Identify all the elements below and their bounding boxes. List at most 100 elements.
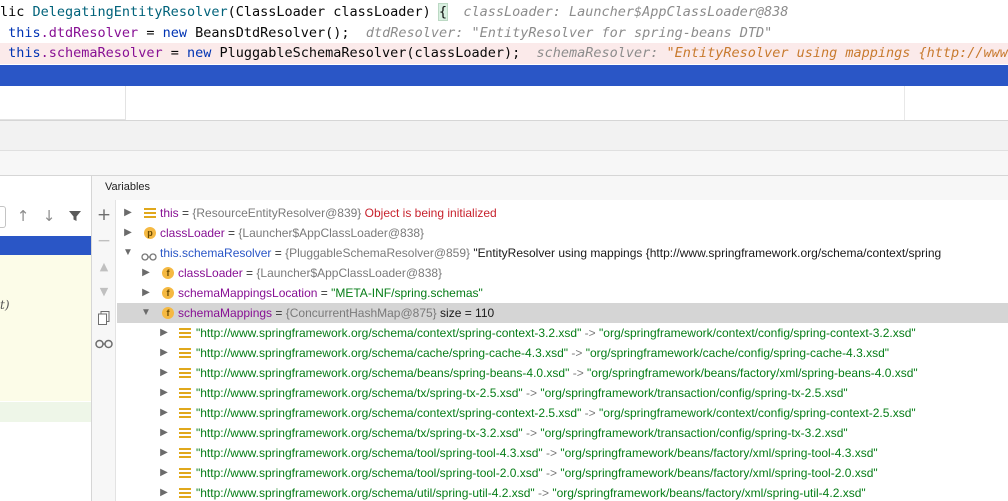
- map-entry-icon: [179, 348, 191, 358]
- expand-arrow-icon[interactable]: ▶: [158, 383, 170, 403]
- equals-sign: =: [272, 306, 286, 320]
- tree-row-this[interactable]: ▶ this = {ResourceEntityResolver@839} Ob…: [117, 203, 1008, 223]
- variables-title: Variables: [105, 181, 151, 193]
- inline-value-hint: "EntityResolver using mappings {http://w…: [666, 45, 1008, 61]
- equals-sign: =: [178, 206, 193, 220]
- map-value: "org/springframework/context/config/spri…: [599, 406, 916, 420]
- expand-arrow-icon[interactable]: ▶: [140, 263, 152, 283]
- tree-row-classloader-param[interactable]: ▶ p classLoader = {Launcher$AppClassLoad…: [117, 223, 1008, 243]
- watches-glasses-icon[interactable]: [92, 334, 116, 354]
- keyword-this: this: [8, 25, 41, 41]
- move-down-icon[interactable]: ▼: [92, 282, 116, 302]
- code-token: PluggableSchemaResolver(classLoader);: [211, 45, 521, 61]
- inline-value-hint-label: dtdResolver:: [365, 25, 472, 41]
- map-arrow: ->: [569, 366, 588, 380]
- map-entry-row[interactable]: ▶ "http://www.springframework.org/schema…: [117, 343, 1008, 363]
- tree-row-classloader-field[interactable]: ▶ f classLoader = {Launcher$AppClassLoad…: [117, 263, 1008, 283]
- map-key: "http://www.springframework.org/schema/c…: [196, 346, 569, 360]
- map-entry-row[interactable]: ▶ "http://www.springframework.org/schema…: [117, 403, 1008, 423]
- code-line-dtd-resolver[interactable]: this.dtdResolver = new BeansDtdResolver(…: [0, 23, 1008, 44]
- frame-list-library-frames[interactable]: [0, 255, 91, 401]
- list-icon: [144, 208, 156, 218]
- tree-row-schema-mappings[interactable]: ▼ f schemaMappings = {ConcurrentHashMap@…: [117, 303, 1008, 323]
- object-reference: {Launcher$AppClassLoader@838}: [256, 266, 443, 280]
- expand-arrow-icon[interactable]: ▶: [158, 463, 170, 483]
- map-entry-row[interactable]: ▶ "http://www.springframework.org/schema…: [117, 323, 1008, 343]
- inline-value-hint: "EntityResolver for spring-beans DTD": [471, 25, 773, 41]
- expand-arrow-icon[interactable]: ▶: [122, 223, 134, 243]
- map-arrow: ->: [568, 346, 586, 360]
- field-reference: .dtdResolver: [40, 25, 139, 41]
- map-value: "org/springframework/transaction/config/…: [540, 426, 848, 440]
- map-key: "http://www.springframework.org/schema/t…: [196, 386, 523, 400]
- map-entry-icon: [179, 488, 191, 498]
- expand-arrow-icon[interactable]: ▶: [158, 423, 170, 443]
- map-entry-row[interactable]: ▶ "http://www.springframework.org/schema…: [117, 363, 1008, 383]
- map-key: "http://www.springframework.org/schema/c…: [196, 406, 582, 420]
- down-arrow-icon[interactable]: ↓: [40, 207, 58, 225]
- variable-name: this: [160, 206, 179, 220]
- copy-icon[interactable]: [92, 308, 116, 328]
- thread-selector-dropdown[interactable]: [0, 206, 6, 228]
- add-icon[interactable]: +: [92, 205, 116, 225]
- map-entry-icon: [179, 408, 191, 418]
- expand-arrow-icon[interactable]: ▶: [158, 323, 170, 343]
- map-value: "org/springframework/beans/factory/xml/s…: [560, 466, 878, 480]
- map-entry-row[interactable]: ▶ "http://www.springframework.org/schema…: [117, 463, 1008, 483]
- code-editor[interactable]: lic DelegatingEntityResolver(ClassLoader…: [0, 0, 1008, 120]
- map-entry-row[interactable]: ▶ "http://www.springframework.org/schema…: [117, 483, 1008, 501]
- expand-arrow-icon[interactable]: ▶: [158, 483, 170, 501]
- field-icon: f: [162, 287, 174, 299]
- current-execution-line[interactable]: [0, 65, 1008, 86]
- expand-arrow-icon[interactable]: ▶: [122, 203, 134, 223]
- map-value: "org/springframework/context/config/spri…: [599, 326, 916, 340]
- map-entry-row[interactable]: ▶ "http://www.springframework.org/schema…: [117, 423, 1008, 443]
- variables-toolbar: + − ▲ ▼: [92, 200, 116, 501]
- variables-tree[interactable]: ▶ this = {ResourceEntityResolver@839} Ob…: [117, 200, 1008, 501]
- tree-row-schema-resolver-watch[interactable]: ▼ this.schemaResolver = {PluggableSchema…: [117, 243, 1008, 263]
- map-entry-row[interactable]: ▶ "http://www.springframework.org/schema…: [117, 383, 1008, 403]
- expand-arrow-icon[interactable]: ▶: [140, 283, 152, 303]
- map-arrow: ->: [581, 326, 600, 340]
- debug-tabs-bar: [0, 120, 1008, 150]
- variable-name: classLoader: [160, 226, 225, 240]
- code-token: =: [138, 25, 163, 41]
- object-reference: {ResourceEntityResolver@839}: [192, 206, 362, 220]
- map-entry-row[interactable]: ▶ "http://www.springframework.org/schema…: [117, 443, 1008, 463]
- map-entry-icon: [179, 388, 191, 398]
- up-arrow-icon[interactable]: ↑: [14, 207, 32, 225]
- map-key: "http://www.springframework.org/schema/t…: [196, 466, 543, 480]
- remove-icon[interactable]: −: [92, 231, 116, 251]
- tree-row-schema-mappings-location[interactable]: ▶ f schemaMappingsLocation = "META-INF/s…: [117, 283, 1008, 303]
- map-value: "org/springframework/transaction/config/…: [540, 386, 848, 400]
- map-key: "http://www.springframework.org/schema/u…: [196, 486, 535, 500]
- frame-item-highlight[interactable]: [0, 402, 91, 422]
- expand-arrow-icon[interactable]: ▶: [158, 443, 170, 463]
- code-line-schema-resolver[interactable]: this.schemaResolver = new PluggableSchem…: [0, 43, 1008, 64]
- ide-window: lic DelegatingEntityResolver(ClassLoader…: [0, 0, 1008, 501]
- keyword-new: new: [186, 45, 212, 61]
- code-token: (ClassLoader classLoader): [227, 4, 439, 20]
- code-line-constructor[interactable]: lic DelegatingEntityResolver(ClassLoader…: [0, 2, 1008, 23]
- expand-arrow-icon[interactable]: ▶: [158, 343, 170, 363]
- selected-frame[interactable]: [0, 236, 91, 255]
- collapse-arrow-icon[interactable]: ▼: [122, 243, 134, 263]
- field-reference: .schemaResolver: [40, 45, 163, 61]
- map-key: "http://www.springframework.org/schema/b…: [196, 366, 570, 380]
- map-key: "http://www.springframework.org/schema/c…: [196, 326, 582, 340]
- expand-arrow-icon[interactable]: ▶: [158, 363, 170, 383]
- equals-sign: =: [224, 226, 239, 240]
- code-token: BeansDtdResolver();: [186, 25, 350, 41]
- code-constructor-name: DelegatingEntityResolver: [32, 4, 228, 20]
- filter-icon[interactable]: [66, 207, 84, 225]
- map-value: "org/springframework/beans/factory/xml/s…: [587, 366, 918, 380]
- debug-toolbar: [0, 150, 1008, 176]
- collapse-arrow-icon[interactable]: ▼: [140, 303, 152, 323]
- keyword-this: this: [8, 45, 41, 61]
- code-token: lic: [0, 4, 33, 20]
- string-value: "META-INF/spring.schemas": [331, 286, 483, 300]
- move-up-icon[interactable]: ▲: [92, 257, 116, 277]
- variable-name: schemaMappings: [178, 306, 273, 320]
- expand-arrow-icon[interactable]: ▶: [158, 403, 170, 423]
- map-arrow: ->: [522, 426, 541, 440]
